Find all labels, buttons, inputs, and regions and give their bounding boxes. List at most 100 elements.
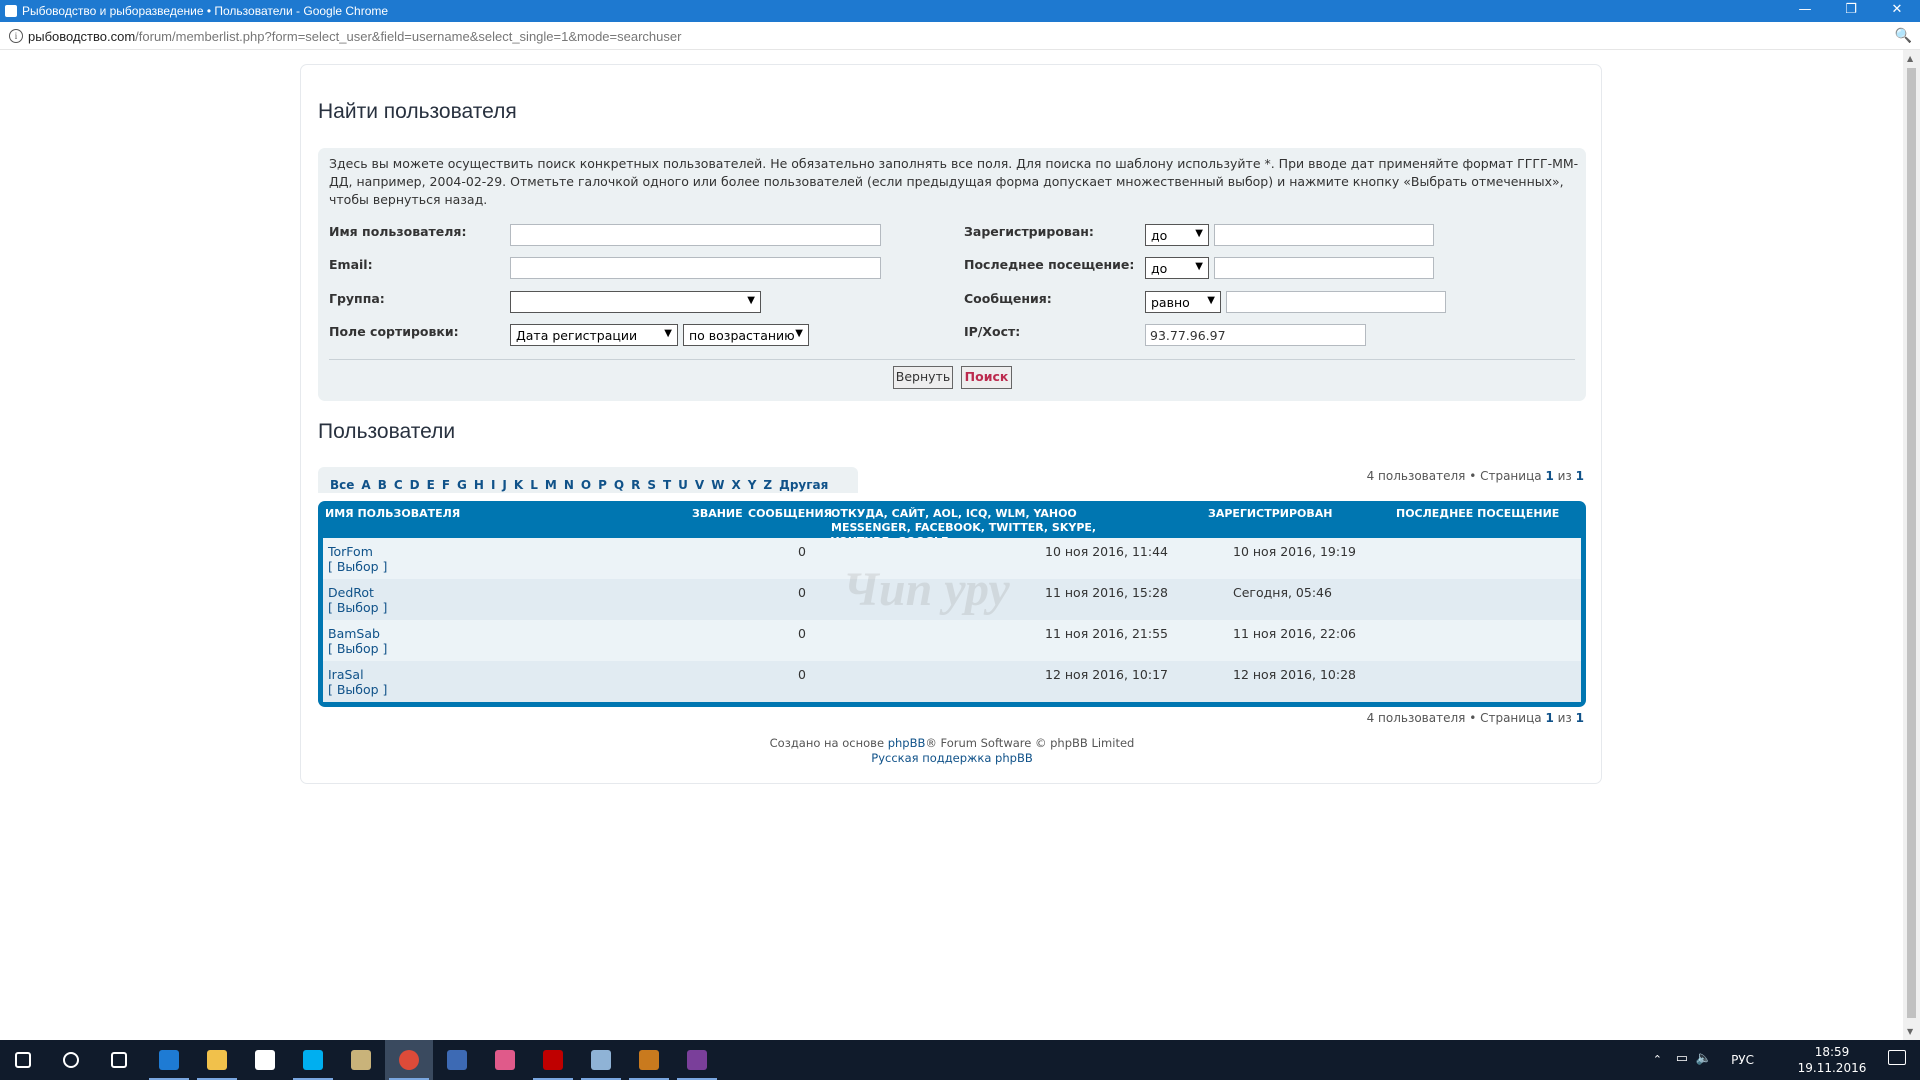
letter-filter-item[interactable]: R — [631, 478, 640, 492]
search-button[interactable]: Поиск — [961, 366, 1012, 389]
minimize-button[interactable]: — — [1782, 0, 1828, 22]
clock-date[interactable]: 19.11.2016 — [1794, 1061, 1870, 1075]
taskbar-task-view[interactable] — [97, 1040, 145, 1080]
clock-time[interactable]: 18:59 — [1802, 1045, 1862, 1059]
reset-button[interactable]: Вернуть — [893, 366, 953, 389]
letter-filter-item[interactable]: Все — [330, 478, 354, 492]
scroll-down-icon[interactable]: ▼ — [1907, 1027, 1913, 1036]
letter-filter-item[interactable]: W — [711, 478, 724, 492]
letter-filter-item[interactable]: U — [678, 478, 688, 492]
taskbar-file-explorer[interactable] — [193, 1040, 241, 1080]
taskbar-winrar[interactable] — [673, 1040, 721, 1080]
email-input[interactable] — [510, 257, 881, 279]
letter-filter-item[interactable]: N — [564, 478, 574, 492]
language-indicator[interactable]: РУС — [1731, 1053, 1754, 1067]
sort-direction-select[interactable]: по возрастанию ▼ — [683, 324, 809, 346]
col-username[interactable]: ИМЯ ПОЛЬЗОВАТЕЛЯ — [325, 507, 460, 521]
taskbar-paint-tool[interactable] — [337, 1040, 385, 1080]
select-user-link[interactable]: [ Выбор ] — [328, 600, 387, 615]
restore-button[interactable]: ❐ — [1828, 0, 1874, 22]
members-table: ИМЯ ПОЛЬЗОВАТЕЛЯ ЗВАНИЕ СООБЩЕНИЯ ОТКУДА… — [318, 501, 1586, 707]
letter-filter-item[interactable]: S — [647, 478, 656, 492]
letter-filter-item[interactable]: X — [731, 478, 740, 492]
last-visit-op-select[interactable]: до ▼ — [1145, 257, 1209, 279]
ip-input[interactable]: 93.77.96.97 — [1145, 324, 1366, 346]
letter-filter-item[interactable]: D — [410, 478, 420, 492]
letter-filter-item[interactable]: A — [361, 478, 370, 492]
scroll-up-icon[interactable]: ▲ — [1907, 54, 1913, 63]
network-icon[interactable]: ▭ — [1676, 1051, 1688, 1066]
tray-up-arrow-icon[interactable]: ⌃ — [1653, 1053, 1662, 1066]
letter-filter-item[interactable]: G — [457, 478, 467, 492]
taskbar-windows-start[interactable] — [1, 1040, 49, 1080]
taskbar-sublime-text[interactable] — [625, 1040, 673, 1080]
username-link[interactable]: IraSal — [328, 667, 364, 682]
letter-filter-item[interactable]: M — [545, 478, 557, 492]
select-user-link[interactable]: [ Выбор ] — [328, 641, 387, 656]
username-input[interactable] — [510, 224, 881, 246]
dropdown-arrow-icon: ▼ — [1195, 261, 1203, 272]
posts-count: 0 — [798, 585, 806, 600]
select-user-link[interactable]: [ Выбор ] — [328, 682, 387, 697]
letter-filter-item[interactable]: B — [378, 478, 387, 492]
volume-icon[interactable]: 🔈 — [1696, 1051, 1712, 1066]
last-visit-date: Сегодня, 05:46 — [1233, 585, 1332, 600]
group-select[interactable]: ▼ — [510, 291, 761, 313]
letter-filter-item[interactable]: I — [491, 478, 495, 492]
letter-filter-item[interactable]: P — [598, 478, 607, 492]
letter-filter-item[interactable]: J — [502, 478, 506, 492]
address-bar[interactable]: i рыбоводство.com/forum/memberlist.php?f… — [0, 22, 1920, 50]
username-link[interactable]: DedRot — [328, 585, 374, 600]
letter-filter-item[interactable]: Z — [763, 478, 772, 492]
registered-op-select[interactable]: до ▼ — [1145, 224, 1209, 246]
zoom-icon[interactable]: 🔍 — [1895, 28, 1912, 44]
edge-icon — [159, 1050, 179, 1070]
letter-filter-item[interactable]: C — [394, 478, 403, 492]
phpbb-link[interactable]: phpBB — [888, 736, 926, 750]
col-posts[interactable]: СООБЩЕНИЯ — [748, 507, 832, 521]
sort-field-select[interactable]: Дата регистрации ▼ — [510, 324, 678, 346]
action-center-icon[interactable] — [1888, 1050, 1906, 1065]
posts-count-input[interactable] — [1226, 291, 1446, 313]
scrollbar-thumb[interactable] — [1907, 68, 1916, 1018]
letter-filter-item[interactable]: F — [442, 478, 450, 492]
posts-op-select[interactable]: равно ▼ — [1145, 291, 1221, 313]
russian-support-link[interactable]: Русская поддержка phpBB — [871, 751, 1032, 765]
taskbar-thunderbird[interactable] — [433, 1040, 481, 1080]
col-last-visit[interactable]: ПОСЛЕДНЕЕ ПОСЕЩЕНИЕ — [1396, 507, 1559, 521]
last-visit-date-input[interactable] — [1214, 257, 1434, 279]
username-link[interactable]: BamSab — [328, 626, 380, 641]
watermark: Чип уру — [843, 563, 1010, 616]
letter-filter-item[interactable]: K — [514, 478, 523, 492]
taskbar-skype[interactable] — [289, 1040, 337, 1080]
letter-filter-item[interactable]: T — [663, 478, 671, 492]
taskbar-search[interactable] — [49, 1040, 97, 1080]
letter-filter-item[interactable]: L — [530, 478, 538, 492]
letter-filter: Все A B C D E F G H I J K L M N O P Q R S T U V W X Y Z Другая — [318, 467, 858, 493]
taskbar-chrome[interactable] — [385, 1040, 433, 1080]
taskbar-filezilla[interactable] — [529, 1040, 577, 1080]
letter-filter-item[interactable]: O — [581, 478, 591, 492]
registered-date-input[interactable] — [1214, 224, 1434, 246]
username-link[interactable]: TorFom — [328, 544, 373, 559]
page-scrollbar[interactable]: ▲ ▼ — [1903, 50, 1920, 1040]
letter-filter-item[interactable]: H — [474, 478, 484, 492]
close-button[interactable]: ✕ — [1874, 0, 1920, 22]
sublime-text-icon — [639, 1050, 659, 1070]
footer-credit: Создано на основе phpBB® Forum Software … — [301, 736, 1603, 750]
taskbar-picasa[interactable] — [481, 1040, 529, 1080]
pagination-top: 4 пользователя • Страница 1 из 1 — [1366, 469, 1584, 483]
site-info-icon[interactable]: i — [9, 29, 23, 43]
select-user-link[interactable]: [ Выбор ] — [328, 559, 387, 574]
url-text[interactable]: рыбоводство.com/forum/memberlist.php?for… — [28, 29, 681, 44]
letter-filter-item[interactable]: V — [695, 478, 704, 492]
taskbar-notepad[interactable] — [577, 1040, 625, 1080]
taskbar-edge[interactable] — [145, 1040, 193, 1080]
letter-filter-item[interactable]: Другая — [779, 478, 828, 492]
posts-count: 0 — [798, 544, 806, 559]
letter-filter-item[interactable]: E — [427, 478, 435, 492]
col-joined[interactable]: ЗАРЕГИСТРИРОВАН — [1208, 507, 1332, 521]
taskbar-store[interactable] — [241, 1040, 289, 1080]
letter-filter-item[interactable]: Q — [614, 478, 624, 492]
letter-filter-item[interactable]: Y — [748, 478, 757, 492]
